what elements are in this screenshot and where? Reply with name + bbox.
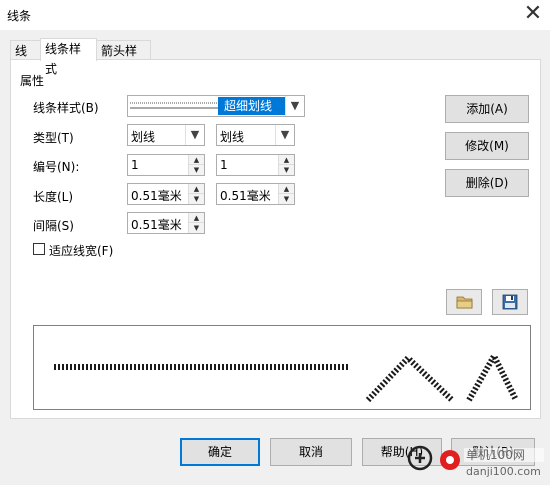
decrement-icon[interactable]: ▼ — [188, 194, 204, 204]
save-icon — [502, 294, 518, 310]
increment-icon[interactable]: ▲ — [188, 184, 204, 194]
increment-icon[interactable]: ▲ — [278, 184, 294, 194]
ok-button[interactable]: 确定 — [180, 438, 260, 466]
delete-button[interactable]: 删除(D) — [445, 169, 529, 197]
chevron-down-icon: ▼ — [275, 125, 294, 145]
increment-icon[interactable]: ▲ — [278, 155, 294, 165]
chevron-down-icon: ▼ — [285, 96, 304, 116]
line-preview — [33, 325, 531, 410]
watermark-logo: 单机100网 danji100.com — [406, 442, 548, 482]
number-stepper-1[interactable]: 1 ▲ ▼ — [127, 154, 205, 176]
length-stepper-2[interactable]: 0.51毫米 ▲ ▼ — [216, 183, 295, 205]
length-value-2: 0.51毫米 — [220, 189, 271, 203]
type-value-1: 划线 — [131, 130, 156, 144]
svg-text:单机100网: 单机100网 — [466, 448, 525, 462]
tab-line-style[interactable]: 线条样式 — [40, 38, 97, 76]
length-stepper-1[interactable]: 0.51毫米 ▲ ▼ — [127, 183, 205, 205]
type-label: 类型(T) — [33, 131, 74, 145]
number-label: 编号(N): — [33, 160, 80, 174]
tab-arrow-style[interactable]: 箭头样式 — [96, 40, 151, 78]
line-style-panel: 属性 线条样式(B) 超细划线 ▼ 类型(T) 划线 ▼ 划线 ▼ 编号(N):… — [10, 59, 541, 419]
fit-width-checkbox[interactable] — [33, 243, 45, 255]
line-style-label: 线条样式(B) — [33, 101, 99, 115]
cancel-button[interactable]: 取消 — [270, 438, 352, 466]
type-select-1[interactable]: 划线 ▼ — [127, 124, 205, 146]
properties-heading: 属性 — [20, 74, 45, 88]
dashed-line-preview — [54, 349, 519, 403]
decrement-icon[interactable]: ▼ — [278, 165, 294, 175]
spacing-value: 0.51毫米 — [131, 218, 182, 232]
line-style-select[interactable]: 超细划线 ▼ — [127, 95, 305, 117]
decrement-icon[interactable]: ▼ — [188, 165, 204, 175]
line-style-preview-icon — [130, 102, 218, 109]
svg-text:danji100.com: danji100.com — [466, 465, 541, 478]
line-style-selected-value: 超细划线 — [218, 97, 286, 115]
length-value-1: 0.51毫米 — [131, 189, 182, 203]
tab-line[interactable]: 线条 — [10, 40, 41, 78]
spacing-label: 间隔(S) — [33, 219, 74, 233]
save-style-button[interactable] — [492, 289, 528, 315]
number-stepper-2[interactable]: 1 ▲ ▼ — [216, 154, 295, 176]
type-value-2: 划线 — [220, 130, 245, 144]
spacing-stepper[interactable]: 0.51毫米 ▲ ▼ — [127, 212, 205, 234]
close-icon[interactable]: ✕ — [518, 2, 548, 28]
chevron-down-icon: ▼ — [185, 125, 204, 145]
length-label: 长度(L) — [33, 190, 74, 204]
fit-width-label: 适应线宽(F) — [49, 244, 114, 258]
increment-icon[interactable]: ▲ — [188, 213, 204, 223]
number-value-2: 1 — [220, 158, 228, 172]
increment-icon[interactable]: ▲ — [188, 155, 204, 165]
folder-icon — [456, 296, 473, 309]
load-style-button[interactable] — [446, 289, 482, 315]
number-value-1: 1 — [131, 158, 139, 172]
window-title: 线条 — [7, 9, 32, 23]
add-button[interactable]: 添加(A) — [445, 95, 529, 123]
title-bar: 线条 ✕ — [0, 0, 550, 30]
type-select-2[interactable]: 划线 ▼ — [216, 124, 295, 146]
watermark-logo-icon: 单机100网 danji100.com — [407, 445, 544, 478]
decrement-icon[interactable]: ▼ — [278, 194, 294, 204]
decrement-icon[interactable]: ▼ — [188, 223, 204, 233]
modify-button[interactable]: 修改(M) — [445, 132, 529, 160]
